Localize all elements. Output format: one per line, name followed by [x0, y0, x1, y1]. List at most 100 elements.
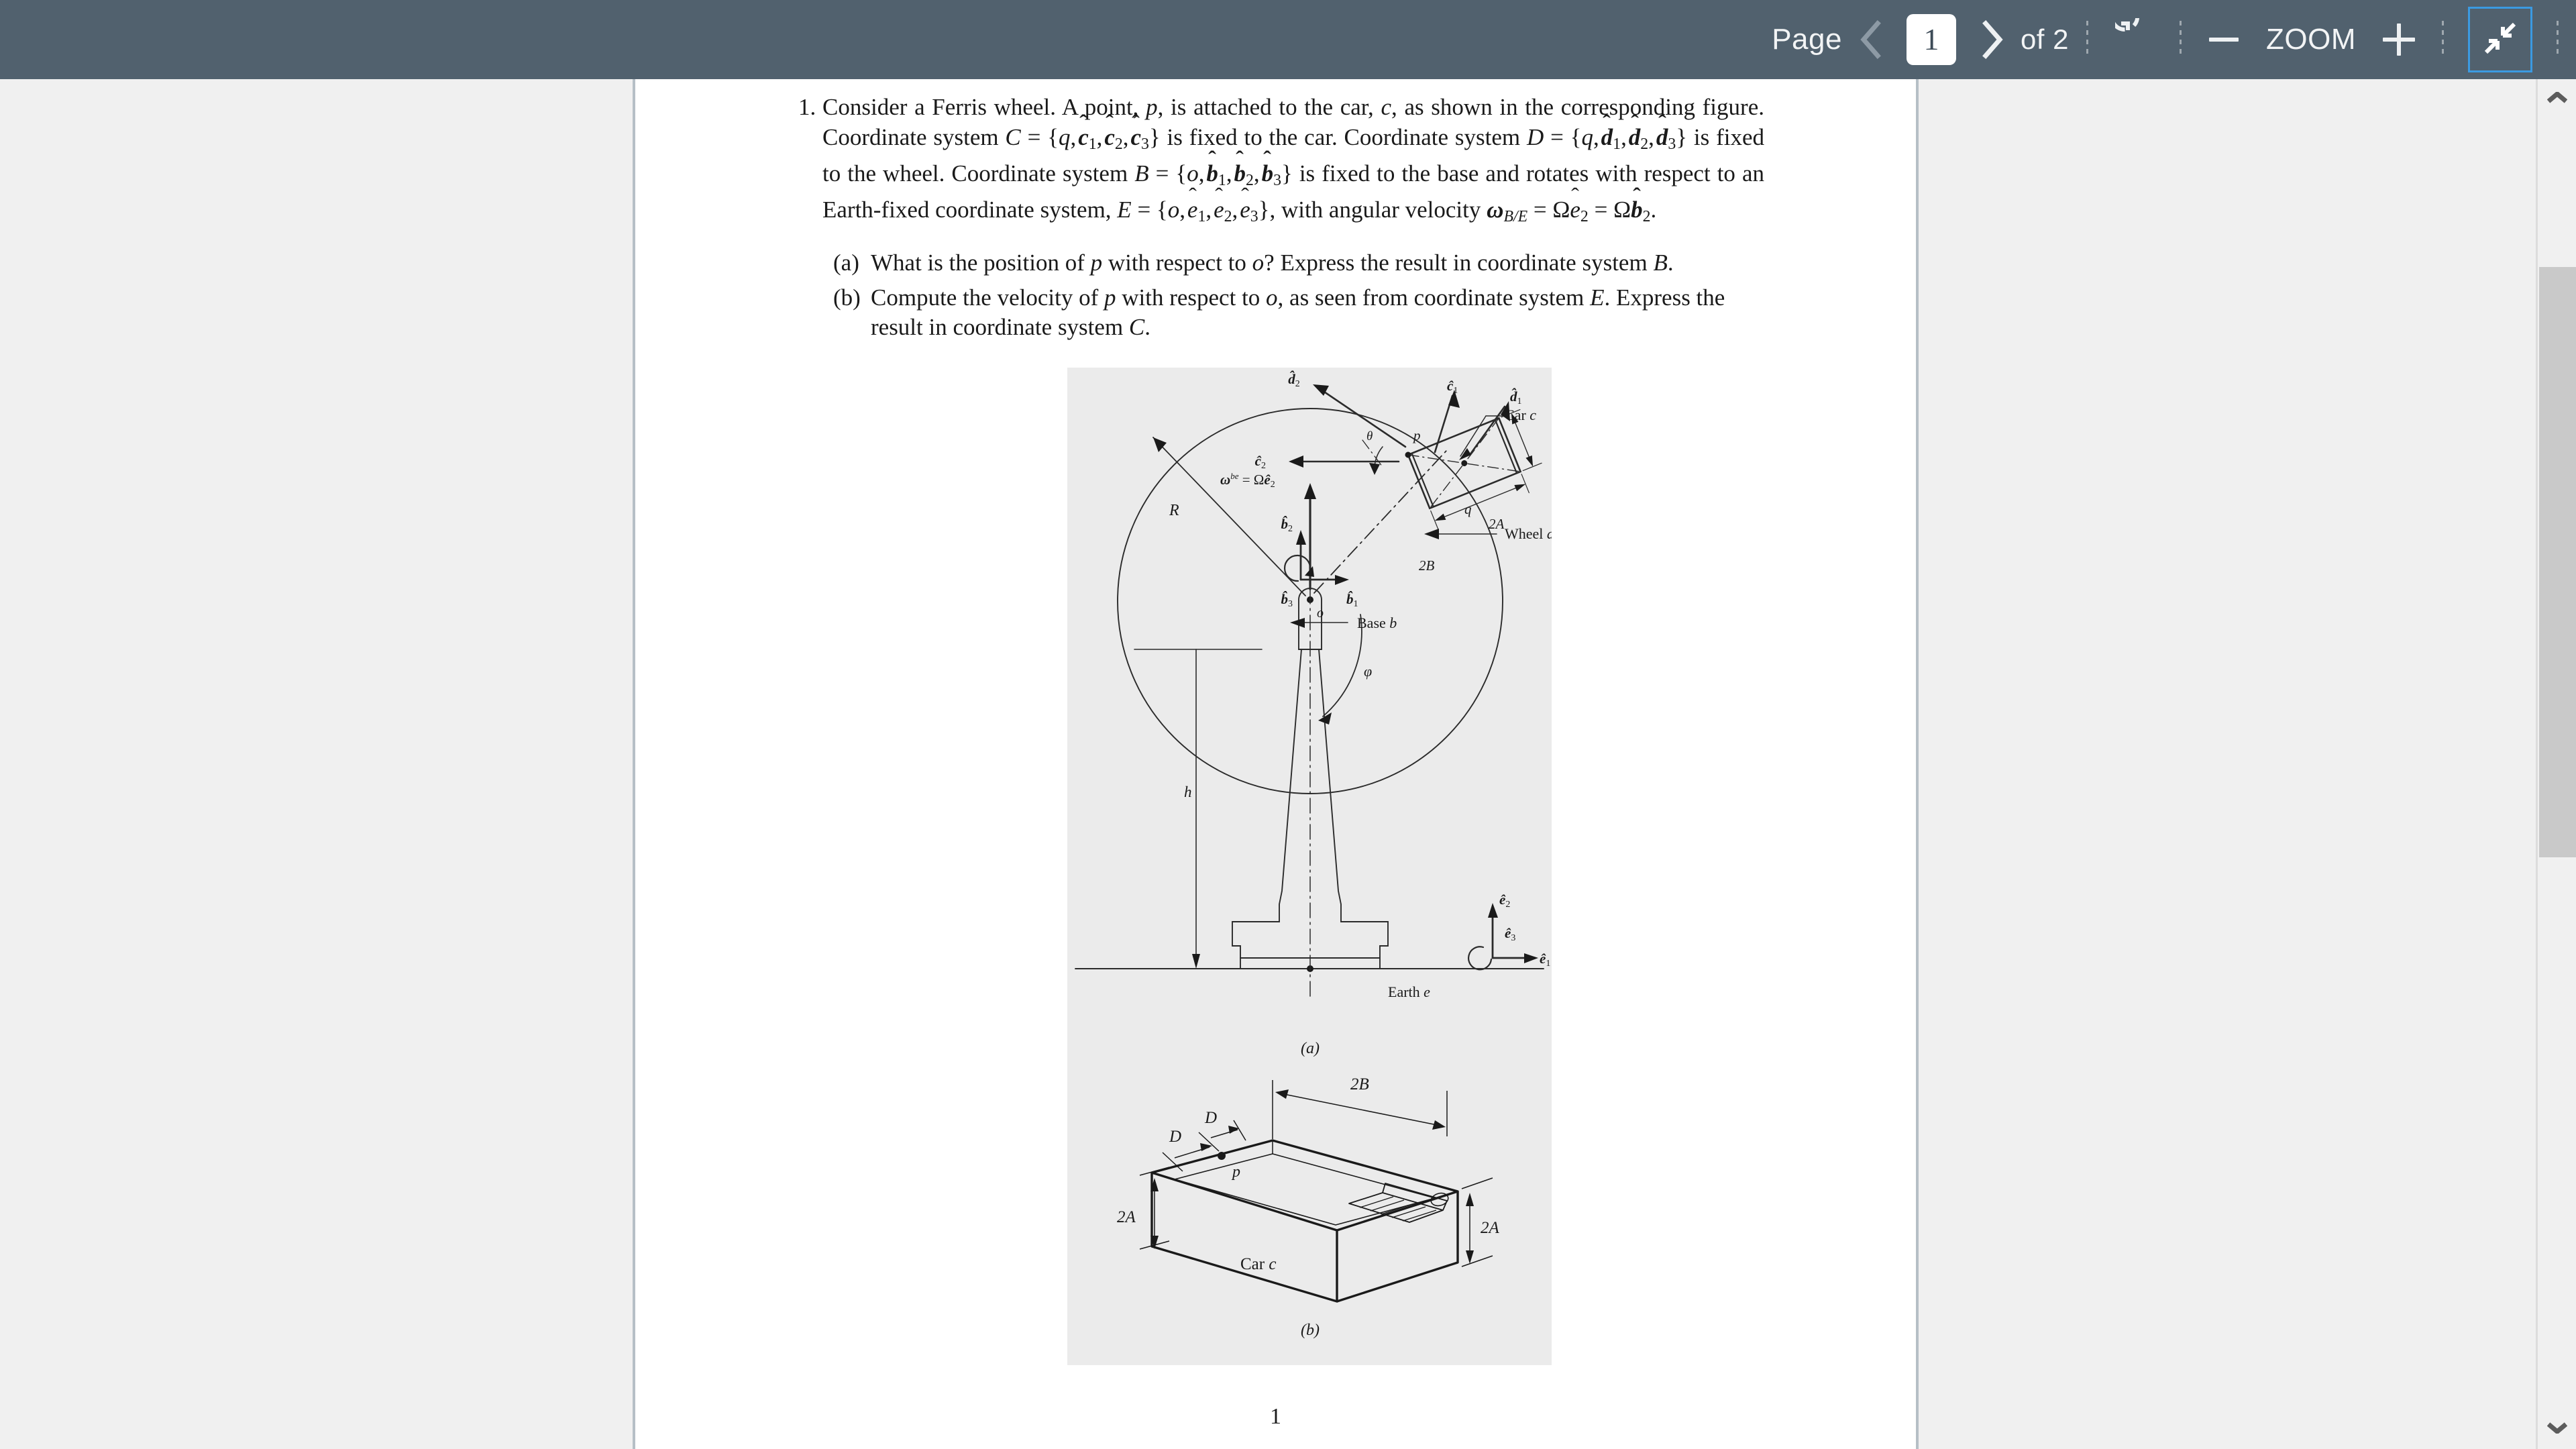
label-q: q	[1464, 501, 1472, 517]
subitem-b: (b) Compute the velocity of p with respe…	[833, 283, 1764, 342]
sub-b-2: with respect to	[1116, 284, 1267, 311]
rotate-icon	[2110, 1, 2153, 62]
page-label: Page	[1772, 23, 1842, 56]
scrollbar-thumb[interactable]	[2539, 267, 2576, 857]
seg-c1: c	[1078, 123, 1089, 153]
label-theta: θ	[1366, 429, 1373, 443]
seg-e1-sub: 1	[1197, 208, 1206, 226]
label-2A-right-b: 2A	[1481, 1219, 1500, 1237]
label-2B-car: 2B	[1419, 557, 1435, 574]
seg-c2-sub: 2	[1114, 135, 1123, 153]
exit-fullscreen-button[interactable]	[2468, 7, 2532, 72]
seg-omega-sub: B/E	[1503, 208, 1528, 226]
zoom-out-button[interactable]	[2199, 0, 2249, 79]
chevron-left-icon	[1859, 20, 1882, 59]
label-R: R	[1169, 502, 1179, 519]
pdf-page: 1. Consider a Ferris wheel. A point, p, …	[633, 79, 1919, 1449]
sub-a-4: .	[1667, 249, 1674, 276]
seg-b3: b	[1262, 159, 1274, 189]
sub-a-p: p	[1090, 249, 1103, 276]
seg-9: = Ω	[1588, 197, 1631, 223]
label-car-c-b: Car c	[1240, 1255, 1276, 1273]
scrollbar-up-button[interactable]	[2538, 79, 2576, 119]
zoom-in-button[interactable]	[2373, 0, 2424, 79]
seg-c: c	[1381, 94, 1392, 120]
seg-calE: E	[1117, 197, 1132, 223]
subitem-b-text: Compute the velocity of p with respect t…	[871, 283, 1764, 342]
seg-e2-sub: 2	[1224, 208, 1232, 226]
chevron-up-icon	[2546, 90, 2567, 107]
seg-d2-sub: 2	[1640, 135, 1649, 153]
pdf-viewer-toolbar: Page 1 of 2 ZOOM	[0, 0, 2576, 79]
total-pages-label: of 2	[2020, 23, 2070, 55]
pdf-viewer-canvas: 1. Consider a Ferris wheel. A point, p, …	[0, 79, 2576, 1449]
seg-2: , is attached to the car,	[1157, 94, 1381, 120]
minus-icon	[2209, 38, 2239, 42]
seg-omega: ω	[1487, 197, 1504, 223]
label-wheel-d: Wheel d	[1505, 525, 1552, 542]
subitem-a: (a) What is the position of p with respe…	[833, 248, 1764, 278]
page-number-input[interactable]: 1	[1906, 14, 1956, 65]
label-p-b: p	[1231, 1163, 1240, 1181]
seg-o2: o	[1167, 197, 1180, 223]
subitem-a-label: (a)	[833, 249, 859, 276]
seg-b2b-sub: 2	[1642, 208, 1651, 226]
sub-b-o: o	[1266, 284, 1278, 311]
next-page-button[interactable]	[1964, 0, 2021, 79]
seg-8: = Ω	[1527, 197, 1570, 223]
seg-c3: c	[1130, 123, 1141, 153]
previous-page-button[interactable]	[1842, 0, 1898, 79]
seg-q2: q	[1581, 123, 1593, 150]
problem-statement: Consider a Ferris wheel. A point, p, is …	[822, 93, 1764, 232]
subitem-a-text: What is the position of p with respect t…	[871, 248, 1764, 278]
sub-a-3: ? Express the result in coordinate syste…	[1264, 249, 1654, 276]
seg-calB: B	[1134, 160, 1149, 186]
rotate-button[interactable]	[2106, 0, 2162, 79]
label-earth-e: Earth e	[1388, 983, 1430, 1000]
seg-q: q	[1059, 123, 1071, 150]
seg-1: Consider a Ferris wheel. A point,	[822, 94, 1146, 120]
page-folio-number: 1	[1270, 1404, 1281, 1429]
seg-p: p	[1146, 94, 1158, 120]
sub-a-sys: B	[1653, 249, 1668, 276]
problem-1: 1. Consider a Ferris wheel. A point, p, …	[798, 93, 1764, 232]
seg-7: }, with angular velocity	[1258, 197, 1487, 223]
sub-b-p: p	[1104, 284, 1116, 311]
seg-d1-sub: 1	[1613, 135, 1621, 153]
seg-e2: e	[1214, 195, 1224, 225]
toolbar-divider	[2086, 21, 2089, 58]
label-D-outer: D	[1169, 1128, 1181, 1146]
label-2B-b: 2B	[1350, 1075, 1369, 1093]
ferris-wheel-figure: d̂2 ĉ1 d̂1 ĉ2 θ p q Car c 2A 2B ωbe = …	[1067, 368, 1552, 1365]
chevron-down-icon	[2546, 1421, 2567, 1437]
subitem-b-label: (b)	[833, 284, 861, 311]
seg-calD: D	[1526, 123, 1544, 150]
label-base-b: Base b	[1357, 614, 1397, 631]
seg-c1-sub: 1	[1088, 135, 1097, 153]
seg-4: } is fixed to the car. Coordinate system	[1148, 123, 1527, 150]
exit-fullscreen-icon	[2482, 20, 2518, 60]
seg-d1: d	[1601, 123, 1613, 153]
scrollbar-down-button[interactable]	[2538, 1409, 2576, 1449]
label-omega-be: ωbe = Ωê2	[1220, 471, 1275, 490]
chevron-right-icon	[1981, 20, 2004, 59]
label-2A-left-b: 2A	[1117, 1208, 1136, 1226]
problem-number: 1.	[798, 94, 816, 120]
seg-b3-sub: 3	[1273, 171, 1281, 189]
label-p: p	[1412, 427, 1421, 443]
page-navigation-group: Page 1 of 2	[1772, 0, 2069, 79]
label-o: o	[1317, 606, 1324, 621]
sub-b-sys: E	[1590, 284, 1605, 311]
panel-b-caption: (b)	[1301, 1322, 1320, 1339]
problem-subitems: (a) What is the position of p with respe…	[798, 248, 1764, 342]
vertical-scrollbar[interactable]	[2536, 79, 2576, 1449]
sub-a-o: o	[1252, 249, 1265, 276]
seg-e3: e	[1240, 195, 1250, 225]
sub-a-1: What is the position of	[871, 249, 1091, 276]
seg-e2b-sub: 2	[1580, 208, 1589, 226]
sub-b-1: Compute the velocity of	[871, 284, 1104, 311]
label-h: h	[1184, 784, 1192, 800]
seg-e2b: e	[1570, 195, 1580, 225]
panel-a-caption: (a)	[1301, 1040, 1320, 1057]
seg-e1: e	[1187, 195, 1198, 225]
